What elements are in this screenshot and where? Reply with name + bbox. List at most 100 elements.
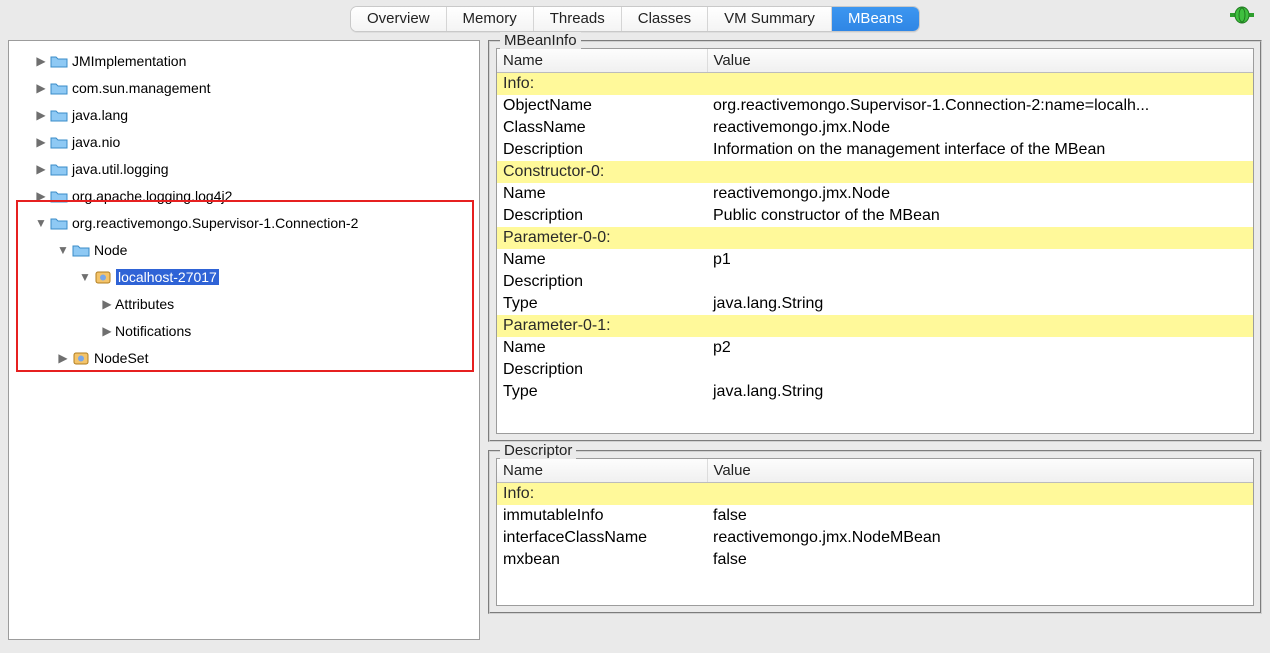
cell-name: immutableInfo [497, 505, 707, 527]
cell-name: Description [497, 359, 707, 381]
table-row[interactable]: Description [497, 271, 1253, 293]
cell-name: Info: [497, 73, 707, 96]
cell-value: java.lang.String [707, 293, 1253, 315]
tab-mbeans[interactable]: MBeans [832, 7, 919, 31]
tree-node-java-nio[interactable]: ▶ java.nio [9, 128, 479, 155]
descriptor-fieldset: Descriptor Name Value Info:immutableInfo… [488, 450, 1262, 614]
cell-value: p1 [707, 249, 1253, 271]
cell-value [707, 73, 1253, 96]
disclosure-collapsed-icon[interactable]: ▶ [99, 297, 115, 311]
table-row[interactable]: Namep2 [497, 337, 1253, 359]
tab-overview[interactable]: Overview [351, 7, 447, 31]
table-row[interactable]: Namereactivemongo.jmx.Node [497, 183, 1253, 205]
cell-name: Name [497, 183, 707, 205]
col-value-header[interactable]: Value [707, 49, 1253, 73]
tree-node-attributes[interactable]: ▶ Attributes [9, 290, 479, 317]
col-name-header[interactable]: Name [497, 459, 707, 483]
tree-node-com-sun-management[interactable]: ▶ com.sun.management [9, 74, 479, 101]
cell-name: mxbean [497, 549, 707, 571]
cell-value: false [707, 505, 1253, 527]
tab-classes[interactable]: Classes [622, 7, 708, 31]
table-row[interactable]: Parameter-0-0: [497, 227, 1253, 249]
table-row[interactable]: ClassNamereactivemongo.jmx.Node [497, 117, 1253, 139]
tab-vm-summary[interactable]: VM Summary [708, 7, 832, 31]
mbeaninfo-table-wrap: Name Value Info:ObjectNameorg.reactivemo… [496, 48, 1254, 434]
cell-value [707, 315, 1253, 337]
table-row[interactable]: Namep1 [497, 249, 1253, 271]
disclosure-collapsed-icon[interactable]: ▶ [33, 135, 49, 149]
tree-node-notifications[interactable]: ▶ Notifications [9, 317, 479, 344]
mbean-icon [71, 349, 91, 367]
tree-node-localhost-27017[interactable]: ▼ localhost-27017 [9, 263, 479, 290]
cell-name: Type [497, 381, 707, 403]
mbeaninfo-table[interactable]: Name Value Info:ObjectNameorg.reactivemo… [497, 49, 1253, 403]
table-row[interactable]: ObjectNameorg.reactivemongo.Supervisor-1… [497, 95, 1253, 117]
col-value-header[interactable]: Value [707, 459, 1253, 483]
cell-name: Description [497, 271, 707, 293]
tree-node-nodeset[interactable]: ▶ NodeSet [9, 344, 479, 371]
table-row[interactable]: interfaceClassNamereactivemongo.jmx.Node… [497, 527, 1253, 549]
tree-label: org.apache.logging.log4j2 [72, 188, 232, 204]
tree-node-java-util-logging[interactable]: ▶ java.util.logging [9, 155, 479, 182]
cell-name: Constructor-0: [497, 161, 707, 183]
disclosure-collapsed-icon[interactable]: ▶ [33, 108, 49, 122]
disclosure-collapsed-icon[interactable]: ▶ [33, 81, 49, 95]
cell-name: Info: [497, 483, 707, 506]
cell-value: reactivemongo.jmx.NodeMBean [707, 527, 1253, 549]
disclosure-expanded-icon[interactable]: ▼ [77, 270, 93, 284]
table-row[interactable]: Parameter-0-1: [497, 315, 1253, 337]
tree-node-node[interactable]: ▼ Node [9, 236, 479, 263]
descriptor-table-wrap: Name Value Info:immutableInfofalseinterf… [496, 458, 1254, 606]
tab-threads[interactable]: Threads [534, 7, 622, 31]
folder-icon [49, 187, 69, 205]
disclosure-collapsed-icon[interactable]: ▶ [55, 351, 71, 365]
tree-node-java-lang[interactable]: ▶ java.lang [9, 101, 479, 128]
table-row[interactable]: Info: [497, 483, 1253, 506]
disclosure-collapsed-icon[interactable]: ▶ [33, 189, 49, 203]
tree-label: localhost-27017 [116, 269, 219, 285]
mbean-tree-panel: ▶ JMImplementation ▶ com.sun.management … [8, 40, 480, 640]
tab-memory[interactable]: Memory [447, 7, 534, 31]
folder-icon [71, 241, 91, 259]
connection-status-icon [1230, 6, 1254, 27]
cell-name: Parameter-0-1: [497, 315, 707, 337]
disclosure-expanded-icon[interactable]: ▼ [33, 216, 49, 230]
tree-label: NodeSet [94, 350, 148, 366]
tree-node-log4j2[interactable]: ▶ org.apache.logging.log4j2 [9, 182, 479, 209]
tree-label: Node [94, 242, 127, 258]
table-row[interactable]: mxbeanfalse [497, 549, 1253, 571]
tree-node-reactivemongo-connection[interactable]: ▼ org.reactivemongo.Supervisor-1.Connect… [9, 209, 479, 236]
mbeaninfo-legend: MBeanInfo [500, 32, 581, 49]
table-row[interactable]: Description [497, 359, 1253, 381]
tree-node-jmimplementation[interactable]: ▶ JMImplementation [9, 47, 479, 74]
folder-icon [49, 79, 69, 97]
tabbar: Overview Memory Threads Classes VM Summa… [0, 0, 1270, 34]
folder-icon [49, 133, 69, 151]
tree-label: java.lang [72, 107, 128, 123]
tree-label: Attributes [115, 296, 174, 312]
cell-name: ClassName [497, 117, 707, 139]
cell-value: Information on the management interface … [707, 139, 1253, 161]
disclosure-collapsed-icon[interactable]: ▶ [33, 162, 49, 176]
descriptor-table[interactable]: Name Value Info:immutableInfofalseinterf… [497, 459, 1253, 571]
table-row[interactable]: Constructor-0: [497, 161, 1253, 183]
table-row[interactable]: immutableInfofalse [497, 505, 1253, 527]
table-row[interactable]: Typejava.lang.String [497, 293, 1253, 315]
tree-label: org.reactivemongo.Supervisor-1.Connectio… [72, 215, 358, 231]
table-row[interactable]: DescriptionInformation on the management… [497, 139, 1253, 161]
mbeaninfo-fieldset: MBeanInfo Name Value Info:ObjectNameorg.… [488, 40, 1262, 442]
table-row[interactable]: DescriptionPublic constructor of the MBe… [497, 205, 1253, 227]
disclosure-collapsed-icon[interactable]: ▶ [33, 54, 49, 68]
folder-icon [49, 214, 69, 232]
col-name-header[interactable]: Name [497, 49, 707, 73]
disclosure-collapsed-icon[interactable]: ▶ [99, 324, 115, 338]
cell-value [707, 483, 1253, 506]
table-row[interactable]: Typejava.lang.String [497, 381, 1253, 403]
tree-label: com.sun.management [72, 80, 211, 96]
table-row[interactable]: Info: [497, 73, 1253, 96]
folder-icon [49, 52, 69, 70]
mbean-tree[interactable]: ▶ JMImplementation ▶ com.sun.management … [9, 47, 479, 371]
disclosure-expanded-icon[interactable]: ▼ [55, 243, 71, 257]
folder-icon [49, 160, 69, 178]
cell-name: Name [497, 337, 707, 359]
